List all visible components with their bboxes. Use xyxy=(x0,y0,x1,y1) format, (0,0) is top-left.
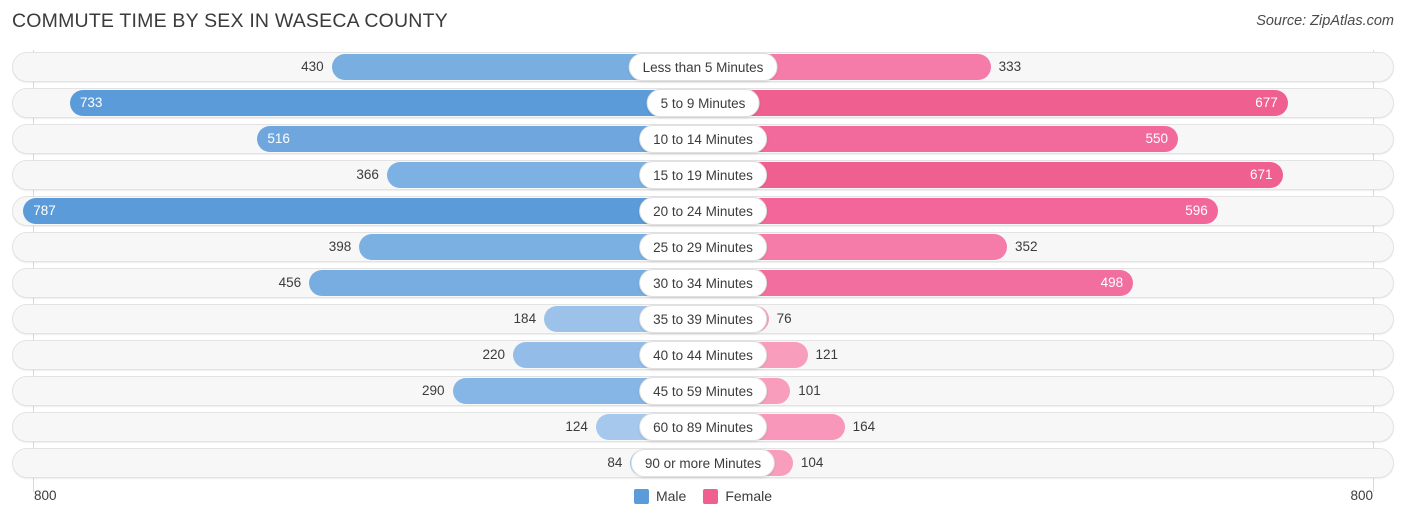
category-label: 60 to 89 Minutes xyxy=(639,413,767,441)
chart-legend: Male Female xyxy=(633,488,772,504)
table-row[interactable]: 124 164 60 to 89 Minutes xyxy=(12,412,1394,442)
source-attribution: Source: ZipAtlas.com xyxy=(1256,13,1394,29)
bar-female[interactable]: 671 xyxy=(703,162,1283,188)
bar-value-male: 456 xyxy=(278,275,302,290)
category-label: 35 to 39 Minutes xyxy=(639,305,767,333)
axis-label-right: 800 xyxy=(1350,488,1373,503)
table-row[interactable]: 456 498 30 to 34 Minutes xyxy=(12,268,1394,298)
category-label: 90 or more Minutes xyxy=(630,449,776,477)
legend-item-male[interactable]: Male xyxy=(633,488,687,504)
table-row[interactable]: 733 677 5 to 9 Minutes xyxy=(12,88,1394,118)
bar-value-female: 352 xyxy=(1015,239,1038,254)
plot-area: 430 333 Less than 5 Minutes 733 677 5 to 9 Mi… xyxy=(0,50,1406,492)
bar-value-female: 121 xyxy=(815,347,839,362)
table-row[interactable]: 220 121 40 to 44 Minutes xyxy=(12,340,1394,370)
category-label: 15 to 19 Minutes xyxy=(639,161,767,189)
bar-value-male: 516 xyxy=(267,131,290,146)
bar-value-female: 104 xyxy=(800,455,824,470)
legend-swatch-icon xyxy=(703,488,719,504)
bar-value-female: 76 xyxy=(776,311,792,326)
bar-female[interactable]: 550 xyxy=(703,126,1179,152)
category-label: 40 to 44 Minutes xyxy=(639,341,767,369)
bar-value-male: 290 xyxy=(421,383,445,398)
table-row[interactable]: 290 101 45 to 59 Minutes xyxy=(12,376,1394,406)
table-row[interactable]: 430 333 Less than 5 Minutes xyxy=(12,52,1394,82)
legend-swatch-icon xyxy=(633,488,649,504)
bar-value-male: 430 xyxy=(301,59,324,74)
axis-label-left: 800 xyxy=(34,488,57,503)
bar-value-male: 220 xyxy=(482,347,505,362)
bar-value-male: 124 xyxy=(565,419,588,434)
bar-value-male: 398 xyxy=(328,239,352,254)
bar-value-female: 101 xyxy=(798,383,821,398)
bar-value-female: 671 xyxy=(1250,167,1273,182)
bar-value-male: 733 xyxy=(79,95,103,110)
bar-male[interactable]: 787 xyxy=(23,198,703,224)
bar-value-female: 333 xyxy=(998,59,1022,74)
legend-label: Female xyxy=(725,488,773,504)
category-label: 5 to 9 Minutes xyxy=(646,89,760,117)
table-row[interactable]: 184 76 35 to 39 Minutes xyxy=(12,304,1394,334)
bar-male[interactable]: 516 xyxy=(257,126,703,152)
category-label: 10 to 14 Minutes xyxy=(639,125,767,153)
legend-label: Male xyxy=(655,488,687,504)
bar-female[interactable]: 498 xyxy=(703,270,1134,296)
bar-value-female: 550 xyxy=(1145,131,1169,146)
chart-footer: 800 Male Female 800 xyxy=(0,484,1406,523)
bar-female[interactable]: 677 xyxy=(703,90,1288,116)
legend-item-female[interactable]: Female xyxy=(703,488,772,504)
page-title: COMMUTE TIME BY SEX IN WASECA COUNTY xyxy=(12,10,448,32)
commute-time-chart: COMMUTE TIME BY SEX IN WASECA COUNTY Sou… xyxy=(0,0,1406,523)
bar-male[interactable]: 733 xyxy=(69,90,703,116)
bar-value-male: 184 xyxy=(513,311,537,326)
bar-value-female: 596 xyxy=(1185,203,1208,218)
category-label: 45 to 59 Minutes xyxy=(639,377,767,405)
bar-value-female: 164 xyxy=(852,419,876,434)
category-label: Less than 5 Minutes xyxy=(628,53,778,81)
table-row[interactable]: 366 671 15 to 19 Minutes xyxy=(12,160,1394,190)
table-row[interactable]: 398 352 25 to 29 Minutes xyxy=(12,232,1394,262)
category-label: 20 to 24 Minutes xyxy=(639,197,767,225)
bar-value-female: 677 xyxy=(1255,95,1278,110)
bar-value-male: 787 xyxy=(33,203,56,218)
table-row[interactable]: 84 104 90 or more Minutes xyxy=(12,448,1394,478)
bar-value-male: 366 xyxy=(356,167,379,182)
category-label: 30 to 34 Minutes xyxy=(639,269,767,297)
bar-value-male: 84 xyxy=(607,455,623,470)
table-row[interactable]: 787 596 20 to 24 Minutes xyxy=(12,196,1394,226)
bar-value-female: 498 xyxy=(1100,275,1124,290)
bar-female[interactable]: 596 xyxy=(703,198,1218,224)
chart-header: COMMUTE TIME BY SEX IN WASECA COUNTY Sou… xyxy=(0,0,1406,46)
category-label: 25 to 29 Minutes xyxy=(639,233,767,261)
table-row[interactable]: 516 550 10 to 14 Minutes xyxy=(12,124,1394,154)
